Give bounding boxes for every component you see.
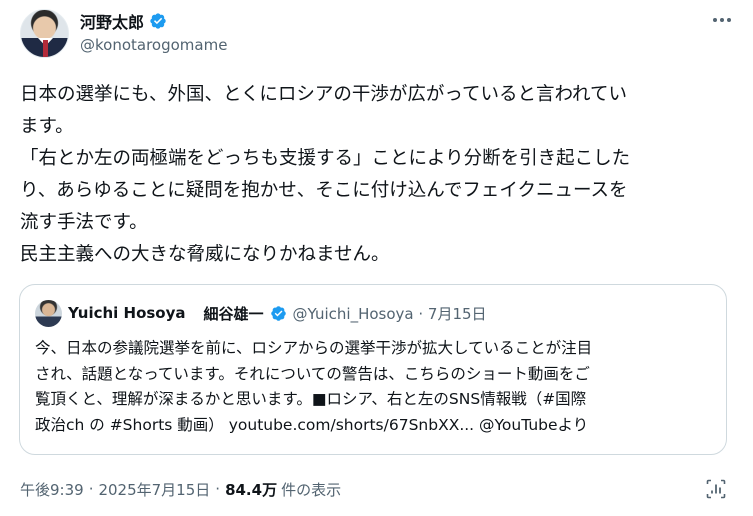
views-count: 84.4万 xyxy=(225,480,278,499)
tweet-body: 日本の選挙にも、外国、とくにロシアの干渉が広がっていると言われてい ます。 「右… xyxy=(20,79,733,271)
tweet-time[interactable]: 午後9:39 xyxy=(20,479,84,500)
verified-badge-icon xyxy=(150,13,166,29)
tweet-header: 河野太郎 @konotarogomame xyxy=(20,9,733,59)
author-avatar[interactable] xyxy=(20,9,69,58)
quoted-author-name-jp: 細谷雄一 xyxy=(203,304,264,323)
post-analytics-icon[interactable] xyxy=(704,477,728,501)
quoted-tweet-line: 政治ch の #Shorts 動画） youtube.com/shorts/67… xyxy=(35,415,589,434)
quoted-tweet-line: され、話題となっています。それについての警告は、こちらのショート動画をご xyxy=(35,364,590,383)
tweet-line: 民主主義への大きな脅威になりかねません。 xyxy=(20,244,390,265)
tweet-meta: 午後9:39 · 2025年7月15日 · 84.4万 件の表示 xyxy=(20,478,341,500)
quoted-tweet-body: 今、日本の参議院選挙を前に、ロシアからの選挙干渉が拡大していることが注目 され、… xyxy=(35,336,715,438)
quoted-tweet-line: 覧頂くと、理解が深まるかと思います。■ロシア、右と左のSNS情報戦（#国際 xyxy=(35,390,587,408)
verified-badge-icon xyxy=(270,305,286,321)
author-name-row: 河野太郎 xyxy=(80,10,167,32)
more-dot xyxy=(727,18,731,22)
author-display-name[interactable]: 河野太郎 xyxy=(80,9,144,33)
tweet-line: り、あらゆることに疑問を抱かせ、そこに付け込んでフェイクニュースを xyxy=(20,180,628,201)
tweet-date[interactable]: 2025年7月15日 xyxy=(98,479,210,500)
views-label: 件の表示 xyxy=(281,480,342,499)
avatar-tie xyxy=(43,40,48,57)
more-dot xyxy=(713,18,717,22)
more-horizontal-icon[interactable] xyxy=(711,13,733,27)
quoted-author-name-en: Yuichi Hosoya xyxy=(68,304,186,322)
meta-separator: · xyxy=(88,480,94,498)
meta-separator: · xyxy=(215,480,221,498)
tweet-line: 「右とか左の両極端をどっちも支援する」ことにより分断を引き起こした xyxy=(20,148,631,169)
quoted-tweet-line: 今、日本の参議院選挙を前に、ロシアからの選挙干渉が拡大していることが注目 xyxy=(35,339,593,357)
quoted-author-avatar xyxy=(35,299,62,327)
quoted-author-handle-date: @Yuichi_Hosoya · 7月15日 xyxy=(292,304,487,323)
quoted-tweet-header: Yuichi Hosoya 細谷雄一 @Yuichi_Hosoya · 7月15… xyxy=(35,299,487,327)
tweet-line: 日本の選挙にも、外国、とくにロシアの干渉が広がっていると言われてい xyxy=(20,84,627,105)
quoted-tweet-card[interactable]: Yuichi Hosoya 細谷雄一 @Yuichi_Hosoya · 7月15… xyxy=(19,284,727,455)
author-handle[interactable]: @konotarogomame xyxy=(80,36,227,54)
tweet-line: ます。 xyxy=(20,116,74,137)
more-dot xyxy=(720,18,724,22)
tweet-line: 流す手法です。 xyxy=(20,212,148,233)
